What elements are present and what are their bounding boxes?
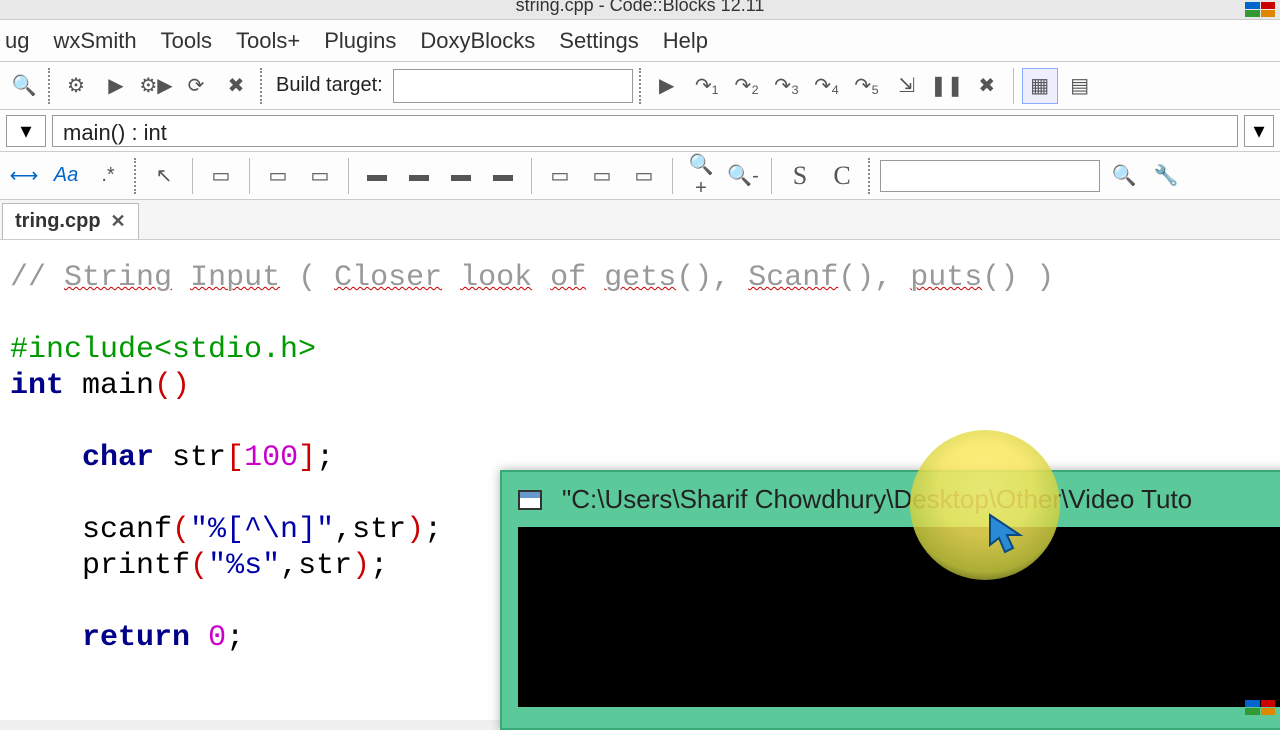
box10-icon[interactable]: ▭	[626, 158, 662, 194]
step-out-icon[interactable]: ↷₄	[809, 68, 845, 104]
menu-settings[interactable]: Settings	[559, 28, 639, 54]
menu-plugins[interactable]: Plugins	[324, 28, 396, 54]
window-title-bar: string.cpp - Code::Blocks 12.11	[0, 0, 1280, 20]
stop-icon[interactable]: ✖	[218, 68, 254, 104]
pause-icon[interactable]: ❚❚	[929, 68, 965, 104]
step-over-icon[interactable]: ↷₃	[769, 68, 805, 104]
console-app-icon	[518, 490, 542, 510]
debug-play-icon[interactable]: ▶	[649, 68, 685, 104]
menu-bar: ug wxSmith Tools Tools+ Plugins DoxyBloc…	[0, 20, 1280, 62]
console-output-area[interactable]	[518, 527, 1280, 707]
scope-symbol[interactable]: main() : int	[52, 115, 1238, 147]
match-case-icon[interactable]: Aa	[48, 158, 84, 194]
box1-icon[interactable]: ▭	[203, 158, 239, 194]
console-window[interactable]: "C:\Users\Sharif Chowdhury\Desktop\Other…	[500, 470, 1280, 730]
console-title-text: "C:\Users\Sharif Chowdhury\Desktop\Other…	[562, 484, 1192, 515]
box8-icon[interactable]: ▭	[542, 158, 578, 194]
box4-icon[interactable]: ▬	[359, 158, 395, 194]
menu-ug-fragment[interactable]: ug	[5, 28, 29, 54]
build-target-label: Build target:	[276, 74, 383, 97]
step-into-icon[interactable]: ↷₂	[729, 68, 765, 104]
box6-icon[interactable]: ▬	[443, 158, 479, 194]
menu-help[interactable]: Help	[663, 28, 708, 54]
regex-icon[interactable]: .*	[90, 158, 126, 194]
zoom-out-icon[interactable]: 🔍-	[725, 158, 761, 194]
menu-toolsplus[interactable]: Tools+	[236, 28, 300, 54]
toolbar-main: 🔍 ⚙ ▶ ⚙▶ ⟳ ✖ Build target: ▶ ↷₁ ↷₂ ↷₃ ↷₄…	[0, 62, 1280, 110]
box5-icon[interactable]: ▬	[401, 158, 437, 194]
close-icon[interactable]: ✕	[111, 211, 126, 232]
stop-debug-icon[interactable]: ✖	[969, 68, 1005, 104]
select-icon[interactable]: ↖	[146, 158, 182, 194]
editor-tab-label: tring.cpp	[15, 210, 101, 233]
debug-windows-icon[interactable]: ▦	[1022, 68, 1058, 104]
zoom-in-icon[interactable]: 🔍+	[683, 158, 719, 194]
scope-left-drop[interactable]: ▾	[6, 115, 46, 147]
c-icon[interactable]: C	[824, 158, 860, 194]
window-title: string.cpp - Code::Blocks 12.11	[516, 0, 765, 10]
play-icon[interactable]: ▶	[98, 68, 134, 104]
editor-tab-strip: tring.cpp ✕	[0, 200, 1280, 240]
next-instr-icon[interactable]: ↷₅	[849, 68, 885, 104]
code-include: #include<stdio.h>	[10, 333, 316, 367]
menu-wxsmith[interactable]: wxSmith	[53, 28, 136, 54]
menu-doxyblocks[interactable]: DoxyBlocks	[420, 28, 535, 54]
break-debug-icon[interactable]: ⇲	[889, 68, 925, 104]
scope-right-drop[interactable]: ▾	[1244, 115, 1274, 147]
build-target-select[interactable]	[393, 69, 633, 103]
rebuild-icon[interactable]: ⟳	[178, 68, 214, 104]
box9-icon[interactable]: ▭	[584, 158, 620, 194]
code-comment-line: // String Input ( Closer look of gets(),…	[10, 261, 1054, 295]
menu-tools[interactable]: Tools	[161, 28, 212, 54]
toggle-header-source-icon[interactable]: ⟷	[6, 158, 42, 194]
editor-tab-active[interactable]: tring.cpp ✕	[2, 203, 139, 239]
recorder-badge-tr	[1245, 2, 1275, 17]
search-field[interactable]	[880, 160, 1100, 192]
toolbar-secondary: ⟷ Aa .* ↖ ▭ ▭ ▭ ▬ ▬ ▬ ▬ ▭ ▭ ▭ 🔍+ 🔍- S C …	[0, 152, 1280, 200]
box7-icon[interactable]: ▬	[485, 158, 521, 194]
build-run-icon[interactable]: ⚙▶	[138, 68, 174, 104]
recorder-badge-br	[1245, 700, 1275, 715]
gear-icon[interactable]: ⚙	[58, 68, 94, 104]
console-title-bar[interactable]: "C:\Users\Sharif Chowdhury\Desktop\Other…	[502, 472, 1280, 527]
run-to-cursor-icon[interactable]: ↷₁	[689, 68, 725, 104]
find-icon[interactable]: 🔍	[1106, 158, 1142, 194]
info-window-icon[interactable]: ▤	[1062, 68, 1098, 104]
search-icon[interactable]: 🔍	[6, 68, 42, 104]
box2-icon[interactable]: ▭	[260, 158, 296, 194]
s-icon[interactable]: S	[782, 158, 818, 194]
box3-icon[interactable]: ▭	[302, 158, 338, 194]
scope-bar: ▾ main() : int ▾	[0, 110, 1280, 152]
wrench-icon[interactable]: 🔧	[1148, 158, 1184, 194]
